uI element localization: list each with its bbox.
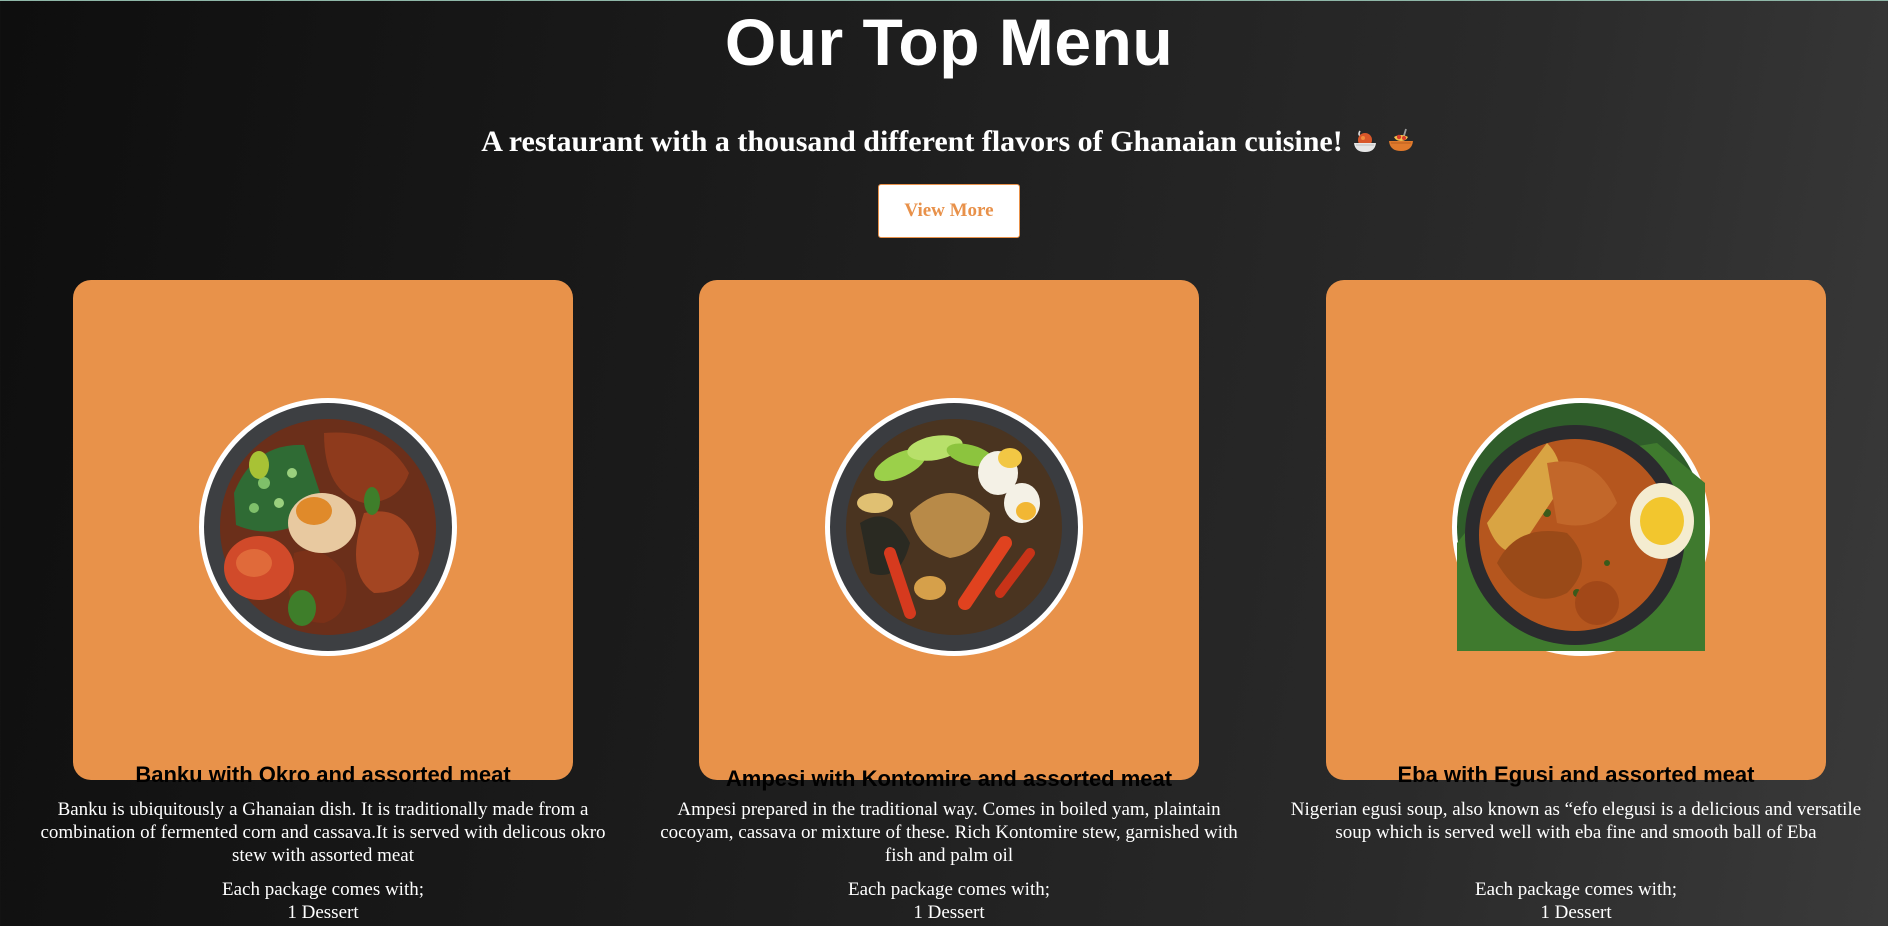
card-title: Eba with Egusi and assorted meat (1397, 762, 1755, 787)
card-image-box (73, 280, 573, 780)
card-dessert: 1 Dessert (1540, 902, 1612, 923)
card-dessert: 1 Dessert (287, 902, 359, 923)
card-title: Ampesi with Kontomire and assorted meat (725, 766, 1173, 791)
subtitle-text: A restaurant with a thousand different f… (481, 125, 1343, 158)
card-description: Banku is ubiquitously a Ghanaian dish. I… (40, 799, 606, 866)
page-title: Our Top Menu (724, 5, 1174, 79)
card-title: Banku with Okro and assorted meat (135, 762, 511, 787)
ampesi-kontomire-dish-graphic (830, 403, 1078, 651)
card-package-label: Each package comes with; (847, 879, 1051, 900)
card-package-label: Each package comes with; (1474, 879, 1678, 900)
eba-egusi-dish-graphic (1457, 403, 1705, 651)
card-description: Ampesi prepared in the traditional way. … (660, 799, 1238, 866)
soup-bowl-icon (1353, 130, 1376, 152)
banku-okro-dish-image (199, 398, 457, 656)
card-package-label: Each package comes with; (221, 879, 425, 900)
spaghetti-icon (1388, 128, 1413, 151)
card-description: Nigerian egusi soup, also known as “efo … (1290, 799, 1862, 843)
eba-egusi-dish-image (1452, 398, 1710, 656)
page-subtitle: A restaurant with a thousand different f… (0, 118, 1888, 166)
ampesi-kontomire-dish-image (825, 398, 1083, 656)
view-more-button[interactable]: View More (878, 184, 1020, 238)
top-border-line (0, 0, 1888, 1)
banku-okro-dish-graphic (204, 403, 452, 651)
card-image-box (1326, 280, 1826, 780)
card-image-box (699, 280, 1199, 780)
card-dessert: 1 Dessert (913, 902, 985, 923)
